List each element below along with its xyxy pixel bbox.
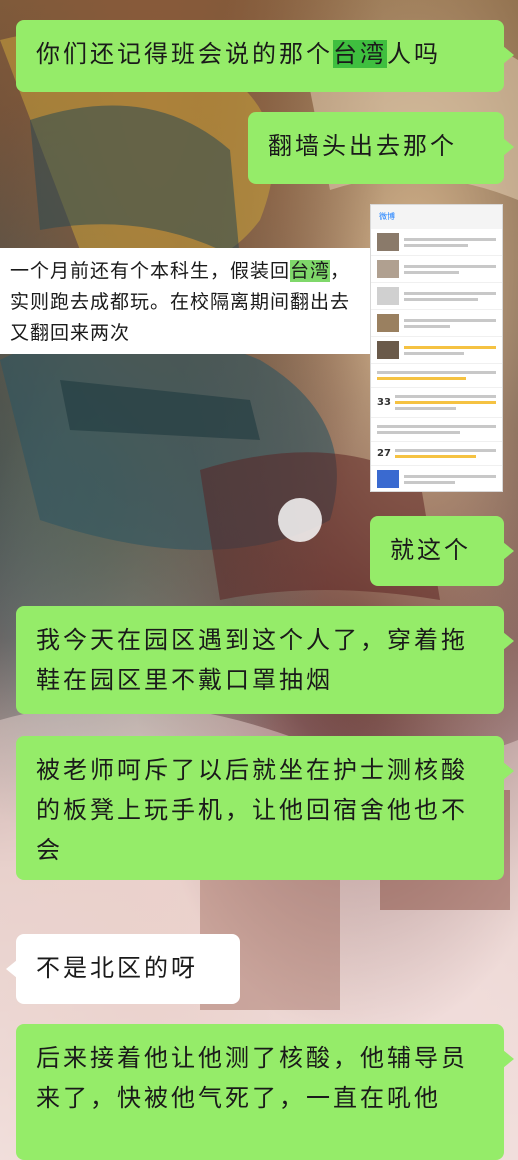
screenshot-row (371, 256, 502, 283)
message-bubble-6[interactable]: 不是北区的呀 (6, 934, 240, 1004)
screenshot-row: 27 (371, 442, 502, 466)
message-text-1a: 你们还记得班会说的那个 (36, 40, 333, 68)
screenshot-thumb (377, 470, 399, 488)
message-text-3: 就这个 (390, 536, 471, 564)
caption-text-a: 一个月前还有个本科生，假装回 (10, 260, 291, 282)
screenshot-row (371, 418, 502, 442)
message-highlight-taiwan: 台湾 (333, 40, 387, 68)
screenshot-row (371, 310, 502, 337)
screenshot-header: 微博 (371, 205, 502, 229)
message-bubble-5[interactable]: 被老师呵斥了以后就坐在护士测核酸的板凳上玩手机，让他回宿舍他也不会 (16, 736, 514, 880)
message-text-7: 后来接着他让他测了核酸，他辅导员来了，快被他气死了，一直在吼他 (36, 1044, 468, 1112)
message-text-1c: 人吗 (387, 40, 441, 68)
screenshot-row (371, 283, 502, 310)
screenshot-thumb (377, 287, 399, 305)
message-text-2: 翻墙头出去那个 (268, 132, 457, 160)
screenshot-row (371, 364, 502, 388)
message-bubble-7[interactable]: 后来接着他让他测了核酸，他辅导员来了，快被他气死了，一直在吼他 (16, 1024, 514, 1160)
attached-screenshot-image[interactable]: 微博 33 27 (370, 204, 503, 492)
image-caption-text: 一个月前还有个本科生，假装回台湾，实则跑去成都玩。在校隔离期间翻出去又翻回来两次 (0, 248, 378, 354)
screenshot-thumb (377, 260, 399, 278)
screenshot-thumb (377, 233, 399, 251)
message-text-5: 被老师呵斥了以后就坐在护士测核酸的板凳上玩手机，让他回宿舍他也不会 (36, 756, 468, 864)
screenshot-thumb (377, 314, 399, 332)
message-bubble-1[interactable]: 你们还记得班会说的那个台湾人吗 (16, 20, 514, 92)
message-text-6: 不是北区的呀 (36, 954, 198, 982)
screenshot-row (371, 466, 502, 491)
caption-highlight-taiwan: 台湾 (290, 260, 331, 282)
message-bubble-3[interactable]: 就这个 (370, 516, 514, 586)
screenshot-row: 33 (371, 388, 502, 418)
screenshot-row-number: 27 (377, 448, 391, 459)
screenshot-thumb (377, 341, 399, 359)
message-text-4: 我今天在园区遇到这个人了，穿着拖鞋在园区里不戴口罩抽烟 (36, 626, 468, 694)
message-bubble-2[interactable]: 翻墙头出去那个 (248, 112, 514, 184)
message-bubble-4[interactable]: 我今天在园区遇到这个人了，穿着拖鞋在园区里不戴口罩抽烟 (16, 606, 514, 714)
screenshot-row (371, 229, 502, 256)
screenshot-row (371, 337, 502, 364)
screenshot-row-number: 33 (377, 397, 391, 408)
